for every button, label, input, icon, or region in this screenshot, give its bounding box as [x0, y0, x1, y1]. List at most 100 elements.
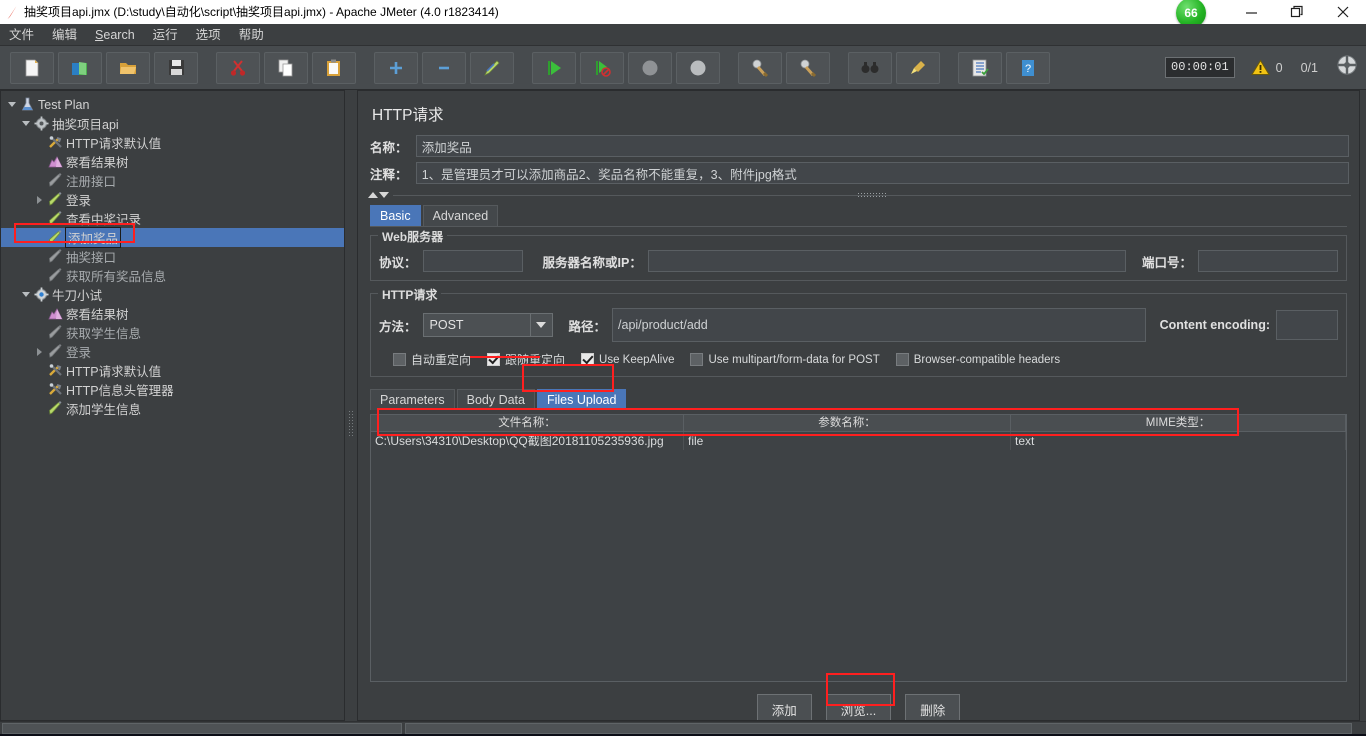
port-input[interactable]	[1198, 250, 1338, 272]
collapse-toggle-row[interactable]	[368, 189, 1351, 201]
clear-button[interactable]	[738, 51, 782, 84]
files-upload-table[interactable]: 文件名称： 参数名称： MIME类型： C:\Users\34310\Deskt…	[370, 414, 1347, 682]
checkbox-option[interactable]: Use KeepAlive	[581, 353, 674, 366]
tree-expand-arrow-down-icon[interactable]	[19, 121, 32, 126]
tree-node[interactable]: 察看结果树	[1, 304, 344, 323]
tree-node[interactable]: 获取所有奖品信息	[1, 266, 344, 285]
tree-expand-arrow-right-icon[interactable]	[33, 195, 46, 204]
checkbox-option[interactable]: Browser-compatible headers	[895, 353, 1060, 366]
tab-advanced[interactable]: Advanced	[422, 205, 499, 226]
tree-node[interactable]: 登录	[1, 190, 344, 209]
checkbox-option[interactable]: 自动重定向	[393, 351, 471, 368]
tree-expand-arrow-down-icon[interactable]	[19, 292, 32, 297]
checkbox-unchecked-icon[interactable]	[895, 353, 909, 366]
tree-node[interactable]: HTTP请求默认值	[1, 361, 344, 380]
server-input[interactable]	[647, 250, 1126, 272]
tree-node[interactable]: 察看结果树	[1, 152, 344, 171]
test-plan-tree[interactable]: Test Plan 抽奖项目api HTTP请求默认值 察看结果树 注册接口 登录 查看中奖…	[0, 90, 345, 721]
clear-all-button[interactable]	[786, 51, 830, 84]
method-select[interactable]: POST	[422, 313, 553, 337]
path-input[interactable]	[612, 308, 1146, 342]
collapse-all-button[interactable]	[422, 51, 466, 84]
checkbox-unchecked-icon[interactable]	[690, 353, 704, 366]
tree-node[interactable]: 添加奖品	[1, 227, 344, 248]
menu-run[interactable]: 运行	[144, 24, 187, 46]
comment-input[interactable]	[415, 162, 1349, 184]
collapse-arrows[interactable]	[368, 192, 389, 198]
shutdown-button[interactable]	[676, 51, 720, 84]
open-button[interactable]	[106, 51, 150, 84]
protocol-input[interactable]	[422, 250, 523, 272]
tree-node-label[interactable]: 添加奖品	[65, 227, 122, 248]
delete-file-button[interactable]: 删除	[905, 694, 961, 720]
close-button[interactable]	[1320, 0, 1366, 24]
browse-file-button[interactable]: 浏览...	[825, 694, 892, 720]
horizontal-scrollbar[interactable]	[0, 721, 1366, 734]
scroll-thumb-right[interactable]	[405, 722, 1352, 734]
column-header-filename[interactable]: 文件名称：	[371, 415, 684, 431]
paste-button[interactable]	[312, 51, 356, 84]
name-input[interactable]	[415, 135, 1349, 157]
maximize-button[interactable]	[1274, 0, 1320, 24]
table-row[interactable]: C:\Users\34310\Desktop\QQ截图2018110523593…	[371, 432, 1346, 450]
warning-count: 0	[1275, 60, 1283, 75]
help-button[interactable]: ?	[1006, 51, 1050, 84]
checkbox-option[interactable]: Use multipart/form-data for POST	[690, 353, 880, 366]
tree-node[interactable]: 注册接口	[1, 171, 344, 190]
tree-node[interactable]: HTTP信息头管理器	[1, 380, 344, 399]
templates-button[interactable]	[58, 51, 102, 84]
tree-expand-arrow-down-icon[interactable]	[5, 102, 18, 107]
tree-node[interactable]: 获取学生信息	[1, 323, 344, 342]
tree-expand-arrow-right-icon[interactable]	[33, 347, 46, 356]
panel-splitter[interactable]	[345, 90, 357, 721]
start-button[interactable]	[532, 51, 576, 84]
menu-help[interactable]: 帮助	[230, 24, 273, 46]
cell-mimetype[interactable]: text	[1011, 432, 1346, 450]
request-options-checkboxes: 自动重定向 跟随重定向 Use KeepAlive Use multipart/for…	[393, 351, 1338, 368]
tree-node[interactable]: 抽奖接口	[1, 247, 344, 266]
tree-node[interactable]: Test Plan	[1, 95, 344, 114]
tab-parameters[interactable]: Parameters	[370, 389, 455, 410]
tab-files-upload[interactable]: Files Upload	[536, 389, 627, 410]
tree-node[interactable]: 添加学生信息	[1, 399, 344, 418]
search-button[interactable]	[848, 51, 892, 84]
tree-node[interactable]: 抽奖项目api	[1, 114, 344, 133]
menu-options[interactable]: 选项	[187, 24, 230, 46]
column-header-mimetype[interactable]: MIME类型：	[1011, 415, 1346, 431]
tree-node[interactable]: 查看中奖记录	[1, 209, 344, 228]
tree-node[interactable]: 登录	[1, 342, 344, 361]
tab-basic[interactable]: Basic	[370, 205, 421, 226]
menu-edit[interactable]: 编辑	[43, 24, 86, 46]
warning-indicator[interactable]: 0	[1250, 59, 1283, 76]
stop-button[interactable]	[628, 51, 672, 84]
expand-all-button[interactable]	[374, 51, 418, 84]
column-header-paramname[interactable]: 参数名称：	[684, 415, 1011, 431]
tree-node[interactable]: 牛刀小试	[1, 285, 344, 304]
content-encoding-input[interactable]	[1276, 310, 1338, 340]
caret-up-icon[interactable]	[368, 192, 378, 198]
new-button[interactable]	[10, 51, 54, 84]
cell-filename[interactable]: C:\Users\34310\Desktop\QQ截图2018110523593…	[371, 432, 684, 450]
save-button[interactable]	[154, 51, 198, 84]
cell-paramname[interactable]: file	[684, 432, 1011, 450]
checkbox-option[interactable]: 跟随重定向	[487, 351, 565, 368]
add-file-button[interactable]: 添加	[756, 694, 812, 720]
chevron-down-icon[interactable]	[529, 314, 552, 336]
copy-button[interactable]	[264, 51, 308, 84]
toggle-button[interactable]	[470, 51, 514, 84]
minimize-button[interactable]	[1228, 0, 1274, 24]
remote-globe-icon[interactable]	[1336, 54, 1358, 81]
checkbox-checked-icon[interactable]	[487, 353, 501, 366]
function-helper-button[interactable]	[958, 51, 1002, 84]
tree-node[interactable]: HTTP请求默认值	[1, 133, 344, 152]
cut-button[interactable]	[216, 51, 260, 84]
menu-file[interactable]: 文件	[0, 24, 43, 46]
checkbox-checked-icon[interactable]	[581, 353, 595, 366]
checkbox-unchecked-icon[interactable]	[393, 353, 406, 366]
reset-search-button[interactable]	[896, 51, 940, 84]
tab-body-data[interactable]: Body Data	[456, 389, 535, 410]
caret-down-icon[interactable]	[379, 192, 389, 198]
scroll-thumb-left[interactable]	[2, 722, 402, 734]
start-no-pauses-button[interactable]	[580, 51, 624, 84]
menu-search[interactable]: Search	[86, 24, 144, 46]
